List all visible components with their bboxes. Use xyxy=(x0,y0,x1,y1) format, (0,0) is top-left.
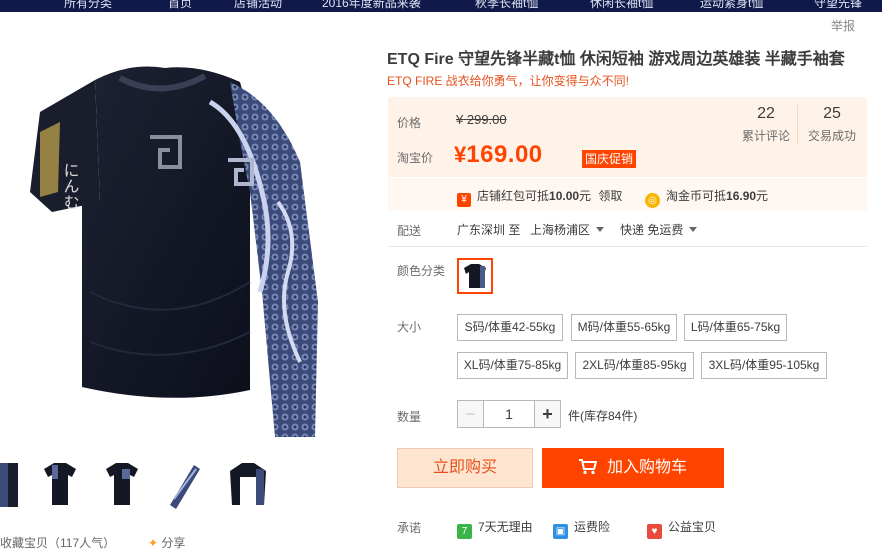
chevron-down-icon xyxy=(689,227,698,232)
coupons-row: ¥ 店铺红包可抵10.00元 领取 ◎ 淘金币可抵16.90元 xyxy=(388,177,867,210)
color-option-selected[interactable] xyxy=(457,258,493,294)
top-nav-bar: 所有分类 首页 店铺活动 2016年度新品来袭 秋季长袖t恤 休闲长袖t恤 运动… xyxy=(0,0,882,12)
product-main-image: にんむ xyxy=(0,42,345,442)
promise-7day-return[interactable]: 7 7天无理由 xyxy=(457,518,533,539)
redpack-amount: 10.00 xyxy=(549,189,580,203)
quantity-increase-button[interactable]: + xyxy=(534,400,561,428)
nav-item-all-categories[interactable]: 所有分类 xyxy=(64,0,112,11)
taojinbi-coupon: ◎ 淘金币可抵16.90元 xyxy=(645,187,768,208)
size-option-s[interactable]: S码/体重42-55kg xyxy=(457,314,563,341)
gold-coin-icon: ◎ xyxy=(645,193,660,208)
redpack-prefix: 店铺红包可抵 xyxy=(477,189,550,203)
favorite-link[interactable]: 收藏宝贝（117人气） xyxy=(0,536,115,550)
ship-method-value: 快递 免运费 xyxy=(620,223,684,237)
add-to-cart-label: 加入购物车 xyxy=(606,459,687,476)
original-price-label: 价格 xyxy=(397,116,422,130)
review-count-label: 累计评论 xyxy=(741,129,790,143)
charity-heart-icon: ♥ xyxy=(647,524,662,539)
original-price-currency: ¥ xyxy=(456,112,464,127)
buy-now-button[interactable]: 立即购买 xyxy=(397,448,533,488)
report-link[interactable]: 举报 xyxy=(831,17,855,34)
nav-item-overwatch[interactable]: 守望先锋 xyxy=(814,0,862,11)
size-option-2xl[interactable]: 2XL码/体重85-95kg xyxy=(575,352,694,379)
nav-item-home[interactable]: 首页 xyxy=(168,0,192,11)
ship-method-selector[interactable]: 快递 免运费 xyxy=(620,221,698,238)
sales-count: 25 xyxy=(823,105,841,122)
promise-shipping-insurance[interactable]: ▣ 运费险 xyxy=(553,518,610,539)
redpack-claim-link[interactable]: 领取 xyxy=(598,189,622,203)
redpack-suffix: 元 xyxy=(579,189,592,203)
promise-charity-label: 公益宝贝 xyxy=(668,520,717,534)
nav-item-shop-events[interactable]: 店铺活动 xyxy=(234,0,282,11)
product-subtitle: ETQ FIRE 战衣给你勇气，让你变得与众不同! xyxy=(387,74,630,88)
size-option-m[interactable]: M码/体重55-65kg xyxy=(571,314,677,341)
original-price: ¥ 299.00 xyxy=(456,112,507,127)
review-count: 22 xyxy=(757,105,775,122)
thumbnail-2[interactable] xyxy=(38,459,82,511)
current-price-currency: ¥ xyxy=(454,142,467,167)
color-label: 颜色分类 xyxy=(397,264,446,278)
stock-info: 件(库存84件) xyxy=(568,409,638,423)
size-option-l[interactable]: L码/体重65-75kg xyxy=(684,314,787,341)
shipping-insurance-icon: ▣ xyxy=(553,524,568,539)
size-label: 大小 xyxy=(397,320,422,334)
seven-day-icon: 7 xyxy=(457,524,472,539)
thumbnail-strip xyxy=(0,459,300,511)
thumbnail-4[interactable] xyxy=(162,459,206,511)
nav-item-casual-long-sleeve[interactable]: 休闲长袖t恤 xyxy=(590,0,653,11)
review-count-stat[interactable]: 22 累计评论 xyxy=(731,105,801,144)
ship-to-value: 上海杨浦区 xyxy=(530,223,591,237)
ship-from: 广东深圳 至 xyxy=(457,223,521,237)
thumbnail-5[interactable] xyxy=(226,459,270,511)
product-title: ETQ Fire 守望先锋半藏t恤 休闲短袖 游戏周边英雄装 半藏手袖套 xyxy=(387,51,845,68)
chevron-down-icon xyxy=(596,227,605,232)
sales-count-label: 交易成功 xyxy=(807,129,856,143)
coin-suffix: 元 xyxy=(756,189,769,203)
quantity-input[interactable]: 1 xyxy=(484,400,534,428)
promise-charity[interactable]: ♥ 公益宝贝 xyxy=(647,518,716,539)
shirt-swatch-icon xyxy=(464,264,486,288)
promo-badge: 国庆促销 xyxy=(582,150,637,168)
add-to-cart-button[interactable]: 加入购物车 xyxy=(542,448,724,488)
shop-redpack-coupon[interactable]: ¥ 店铺红包可抵10.00元 领取 xyxy=(457,187,622,207)
coin-amount: 16.90 xyxy=(726,189,757,203)
share-link[interactable]: ✦ 分享 xyxy=(148,534,185,551)
size-option-xl[interactable]: XL码/体重75-85kg xyxy=(457,352,568,379)
share-label: 分享 xyxy=(161,536,186,550)
share-icon: ✦ xyxy=(148,536,159,550)
taobao-price-label: 淘宝价 xyxy=(397,151,434,165)
thumbnail-3[interactable] xyxy=(100,459,144,511)
ship-to-selector[interactable]: 上海杨浦区 xyxy=(530,221,605,238)
coin-prefix: 淘金币可抵 xyxy=(666,189,727,203)
shipping-label: 配送 xyxy=(397,224,422,238)
hanzo-shirt-illustration: にんむ xyxy=(30,66,318,437)
nav-item-sport-compression[interactable]: 运动紧身t恤 xyxy=(700,0,763,11)
cart-icon xyxy=(578,459,597,475)
current-price: ¥169.00 xyxy=(454,141,543,169)
bottom-actions: 收藏宝贝（117人气） ✦ 分享 xyxy=(0,534,185,551)
svg-text:にんむ: にんむ xyxy=(61,162,80,210)
quantity-decrease-button[interactable]: − xyxy=(457,400,484,428)
size-option-3xl[interactable]: 3XL码/体重95-105kg xyxy=(701,352,827,379)
nav-item-autumn-long-sleeve[interactable]: 秋季长袖t恤 xyxy=(475,0,538,11)
promise-insurance-label: 运费险 xyxy=(574,520,611,534)
nav-item-new-arrivals[interactable]: 2016年度新品来袭 xyxy=(322,0,421,11)
promise-label: 承诺 xyxy=(397,521,422,535)
sales-count-stat: 25 交易成功 xyxy=(797,105,867,144)
price-panel: 价格 ¥ 299.00 淘宝价 ¥169.00 国庆促销 22 累计评论 25 … xyxy=(388,97,867,210)
current-price-value: 169.00 xyxy=(466,141,543,168)
quantity-label: 数量 xyxy=(397,410,422,424)
thumbnail-1[interactable] xyxy=(0,459,24,511)
original-price-value: 299.00 xyxy=(466,112,507,127)
promise-7day-label: 7天无理由 xyxy=(478,520,533,534)
red-packet-icon: ¥ xyxy=(457,193,471,207)
divider xyxy=(388,246,867,247)
